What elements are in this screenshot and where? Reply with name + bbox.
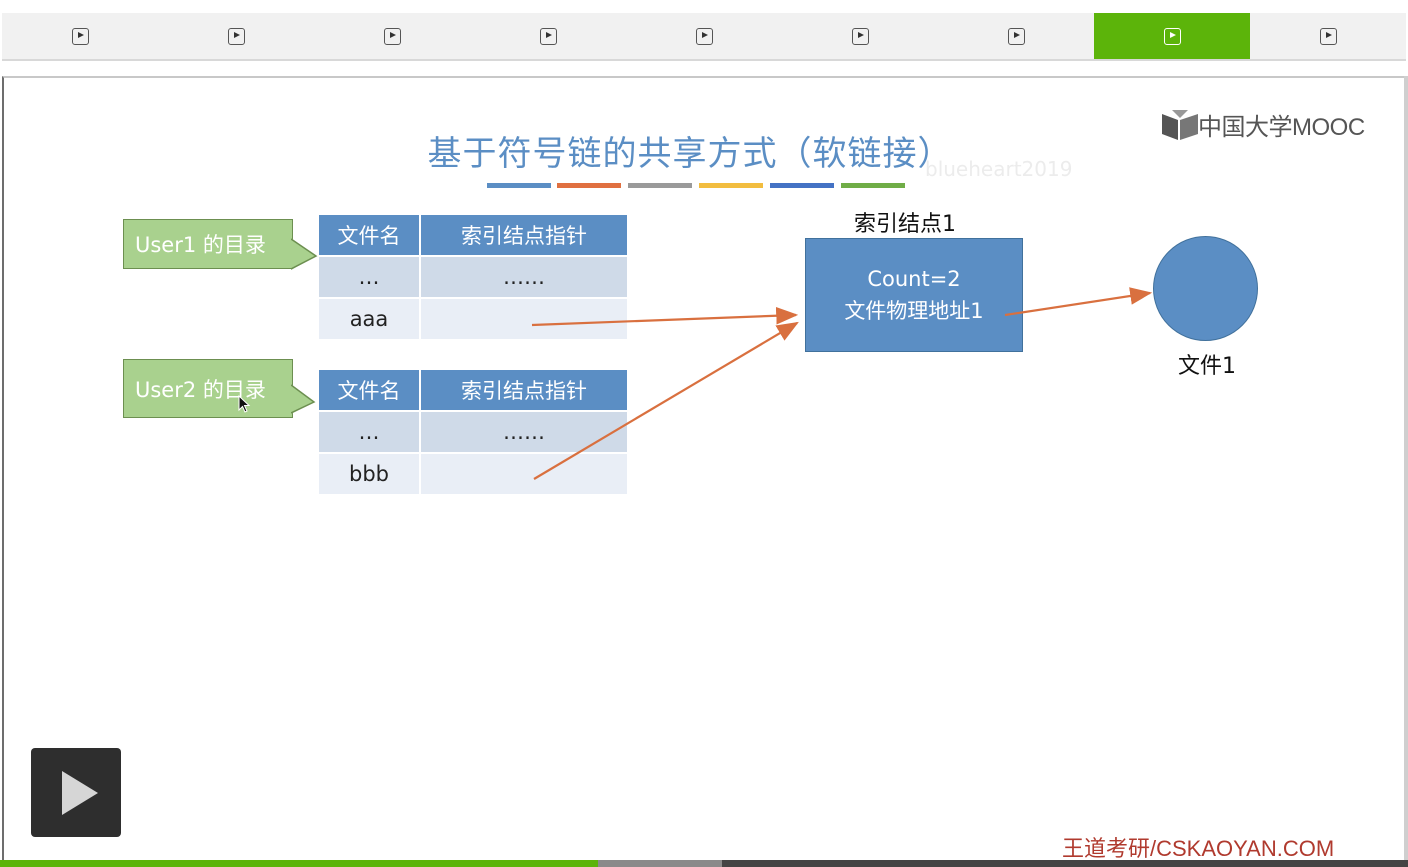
file-node-label: 文件1 — [1178, 354, 1236, 379]
table-cell: … — [319, 257, 421, 299]
user2-directory-table: 文件名 索引结点指针 … …… bbb — [319, 370, 629, 496]
chapter-tab-7[interactable] — [938, 13, 1094, 59]
user2-callout-tail — [291, 384, 316, 414]
chapter-tab-1[interactable] — [2, 13, 158, 59]
chapter-tab-9[interactable] — [1250, 13, 1406, 59]
chapter-toolbar — [0, 0, 1408, 76]
title-color-bar-5 — [770, 183, 834, 188]
mooc-logo-text: 中国大学MOOC — [1198, 114, 1365, 141]
table-cell: …… — [421, 412, 629, 454]
play-button[interactable] — [31, 748, 121, 837]
user2-directory-callout: User2 的目录 — [123, 359, 293, 418]
play-square-icon — [1163, 27, 1181, 45]
video-progress-bar[interactable] — [0, 860, 1408, 867]
column-header-filename: 文件名 — [319, 215, 421, 257]
title-color-bar-1 — [487, 183, 551, 188]
table-row: … …… — [319, 257, 629, 299]
table-cell: aaa — [319, 299, 421, 341]
user1-directory-table: 文件名 索引结点指针 … …… aaa — [319, 215, 629, 341]
table-cell — [421, 299, 629, 341]
table-cell: bbb — [319, 454, 421, 496]
chapter-tab-5[interactable] — [626, 13, 782, 59]
play-icon — [62, 770, 98, 815]
table-cell: …… — [421, 257, 629, 299]
play-square-icon — [539, 27, 557, 45]
faint-watermark: blueheart2019 — [925, 157, 1073, 181]
inode-count: Count=2 — [867, 267, 961, 291]
scrollbar-edge — [1404, 76, 1408, 867]
mooc-book-icon — [1162, 109, 1198, 140]
play-square-icon — [1007, 27, 1025, 45]
mooc-logo: 中国大学MOOC — [1162, 107, 1365, 142]
table-row: bbb — [319, 454, 629, 496]
play-square-icon — [851, 27, 869, 45]
inode-box: Count=2 文件物理地址1 — [805, 238, 1023, 352]
progress-played — [0, 860, 599, 867]
play-square-icon — [1319, 27, 1337, 45]
column-header-filename: 文件名 — [319, 370, 421, 412]
inode-title: 索引结点1 — [854, 212, 956, 237]
user1-directory-label: User1 的目录 — [135, 233, 266, 257]
progress-buffered — [598, 860, 722, 867]
column-header-inode-pointer: 索引结点指针 — [421, 215, 629, 257]
play-square-icon — [695, 27, 713, 45]
play-square-icon — [227, 27, 245, 45]
table-cell — [421, 454, 629, 496]
video-slide — [2, 76, 1404, 866]
user1-callout-tail — [291, 238, 318, 270]
play-square-icon — [383, 27, 401, 45]
title-color-bar-4 — [699, 183, 763, 188]
file-node-circle — [1153, 236, 1258, 341]
chapter-tab-4[interactable] — [470, 13, 626, 59]
chapter-tab-6[interactable] — [782, 13, 938, 59]
mouse-cursor-icon — [238, 395, 251, 413]
user1-directory-callout: User1 的目录 — [123, 219, 293, 269]
inode-physical-address: 文件物理地址1 — [844, 299, 984, 323]
play-square-icon — [71, 27, 89, 45]
chapter-tabs — [2, 13, 1406, 61]
footer-watermark: 王道考研/CSKAOYAN.COM — [1062, 836, 1335, 861]
table-cell: … — [319, 412, 421, 454]
chapter-tab-3[interactable] — [314, 13, 470, 59]
table-row: aaa — [319, 299, 629, 341]
chapter-tab-2[interactable] — [158, 13, 314, 59]
title-color-bar-2 — [557, 183, 621, 188]
column-header-inode-pointer: 索引结点指针 — [421, 370, 629, 412]
chapter-tab-8-active[interactable] — [1094, 13, 1250, 59]
title-color-bar-3 — [628, 183, 692, 188]
table-row: … …… — [319, 412, 629, 454]
title-color-bar-6 — [841, 183, 905, 188]
